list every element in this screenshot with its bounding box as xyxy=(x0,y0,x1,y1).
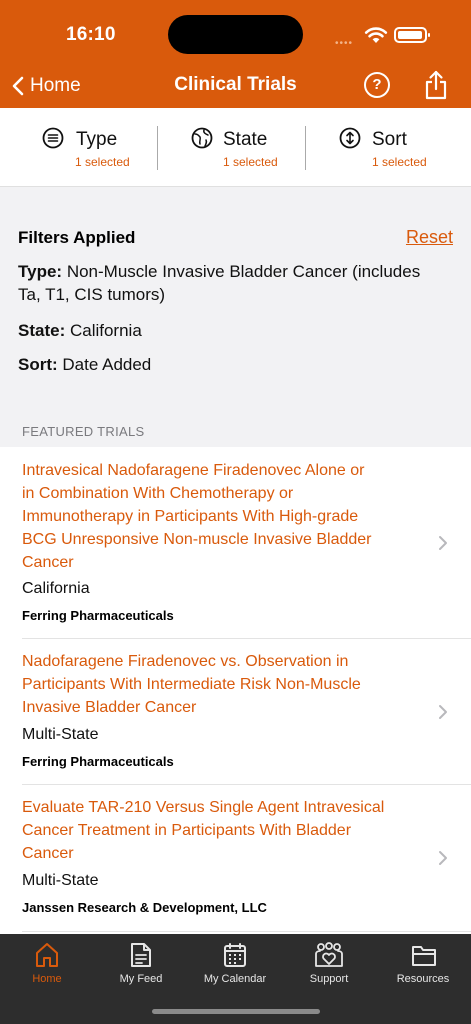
applied-sort: Sort: Date Added xyxy=(18,353,458,376)
sort-filter-count: 1 selected xyxy=(372,155,427,169)
applied-type-value-1: Non-Muscle Invasive Bladder Cancer (incl… xyxy=(66,262,421,281)
tab-label: My Feed xyxy=(119,973,163,985)
cellular-signal-icon: •••• xyxy=(335,38,354,49)
trial-sponsor: Ferring Pharmaceuticals xyxy=(22,754,174,769)
applied-state-value: California xyxy=(69,321,142,340)
applied-sort-key: Sort: xyxy=(18,355,58,374)
type-filter-label: Type xyxy=(76,129,118,150)
trial-title-line: Invasive Bladder Cancer xyxy=(22,699,197,716)
nav-bar: Home Clinical Trials ? xyxy=(0,64,471,108)
document-icon xyxy=(131,943,151,967)
chevron-right-icon xyxy=(439,705,447,719)
home-indicator xyxy=(152,1009,320,1014)
trial-state: Multi-State xyxy=(22,872,99,889)
applied-state-key: State: xyxy=(18,321,66,340)
dynamic-island xyxy=(168,15,303,54)
trial-title-line: Participants With Intermediate Risk Non-… xyxy=(22,676,361,693)
tab-label: Resources xyxy=(396,973,450,985)
filter-divider xyxy=(157,126,158,170)
reset-link[interactable]: Reset xyxy=(406,227,453,248)
wifi-icon xyxy=(364,27,388,43)
sort-icon xyxy=(339,127,361,149)
tab-my-feed[interactable]: My Feed xyxy=(94,934,188,1004)
chevron-right-icon xyxy=(439,536,447,550)
tab-resources[interactable]: Resources xyxy=(376,934,470,1004)
trial-item[interactable]: Evaluate TAR-210 Versus Single Agent Int… xyxy=(0,785,471,931)
featured-trials-header: FEATURED TRIALS xyxy=(22,424,145,439)
filter-divider xyxy=(305,126,306,170)
applied-type-key: Type: xyxy=(18,262,63,281)
sort-filter-label: Sort xyxy=(372,129,407,150)
globe-icon xyxy=(191,127,213,149)
state-filter-count: 1 selected xyxy=(223,155,278,169)
filters-applied-panel: Filters Applied Reset Type: Non-Muscle I… xyxy=(0,188,471,410)
tab-my-calendar[interactable]: My Calendar xyxy=(188,934,282,1004)
status-time: 16:10 xyxy=(66,24,116,45)
applied-type-value-2: Ta, T1, CIS tumors) xyxy=(18,285,166,304)
trial-title-line: Cancer xyxy=(22,845,74,862)
tab-label: Support xyxy=(309,973,349,985)
list-icon xyxy=(42,127,64,149)
state-filter-button[interactable]: State 1 selected xyxy=(191,108,339,186)
trial-title-line: Evaluate TAR-210 Versus Single Agent Int… xyxy=(22,799,385,816)
share-icon[interactable] xyxy=(424,70,448,100)
tab-support[interactable]: Support xyxy=(282,934,376,1004)
applied-sort-value: Date Added xyxy=(62,355,152,374)
applied-type: Type: Non-Muscle Invasive Bladder Cancer… xyxy=(18,260,458,306)
trial-state: Multi-State xyxy=(22,726,99,743)
state-filter-label: State xyxy=(223,129,268,150)
battery-icon xyxy=(394,27,430,43)
trial-list: Intravesical Nadofaragene Firadenovec Al… xyxy=(0,447,471,934)
applied-state: State: California xyxy=(18,319,458,342)
folder-icon xyxy=(412,946,436,966)
trial-title-line: Nadofaragene Firadenovec vs. Observation… xyxy=(22,653,349,670)
trial-title: Intravesical Nadofaragene Firadenovec Al… xyxy=(22,459,422,574)
trial-state: California xyxy=(22,580,90,597)
tab-home[interactable]: Home xyxy=(0,934,94,1004)
trial-title-line: Cancer xyxy=(22,554,74,571)
calendar-icon xyxy=(224,943,246,967)
people-heart-icon xyxy=(315,942,343,967)
filters-applied-heading: Filters Applied xyxy=(18,228,136,247)
trial-sponsor: Ferring Pharmaceuticals xyxy=(22,608,174,623)
help-icon[interactable]: ? xyxy=(364,72,390,98)
page-title: Clinical Trials xyxy=(174,74,297,95)
sort-filter-button[interactable]: Sort 1 selected xyxy=(339,108,471,186)
tab-label: Home xyxy=(32,973,62,985)
filter-bar: Type 1 selected State 1 selected Sort 1 … xyxy=(0,108,471,187)
row-separator xyxy=(22,931,471,932)
trial-item[interactable]: Intravesical Nadofaragene Firadenovec Al… xyxy=(0,447,471,638)
status-bar: 16:10 •••• xyxy=(0,0,471,64)
trial-title-line: Immunotherapy in Participants With High-… xyxy=(22,508,359,525)
trial-title: Nadofaragene Firadenovec vs. Observation… xyxy=(22,650,422,719)
trial-sponsor: Janssen Research & Development, LLC xyxy=(22,900,267,915)
type-filter-count: 1 selected xyxy=(75,155,130,169)
home-icon xyxy=(36,943,58,967)
trial-title-line: Cancer Treatment in Participants With Bl… xyxy=(22,822,352,839)
trial-title: Evaluate TAR-210 Versus Single Agent Int… xyxy=(22,796,422,865)
trial-item[interactable]: Nadofaragene Firadenovec vs. Observation… xyxy=(0,639,471,784)
tab-label: My Calendar xyxy=(203,973,267,985)
chevron-right-icon xyxy=(439,851,447,865)
type-filter-button[interactable]: Type 1 selected xyxy=(42,108,190,186)
trial-title-line: BCG Unresponsive Non-muscle Invasive Bla… xyxy=(22,531,372,548)
trial-title-line: in Combination With Chemotherapy or xyxy=(22,485,294,502)
trial-title-line: Intravesical Nadofaragene Firadenovec Al… xyxy=(22,462,365,479)
